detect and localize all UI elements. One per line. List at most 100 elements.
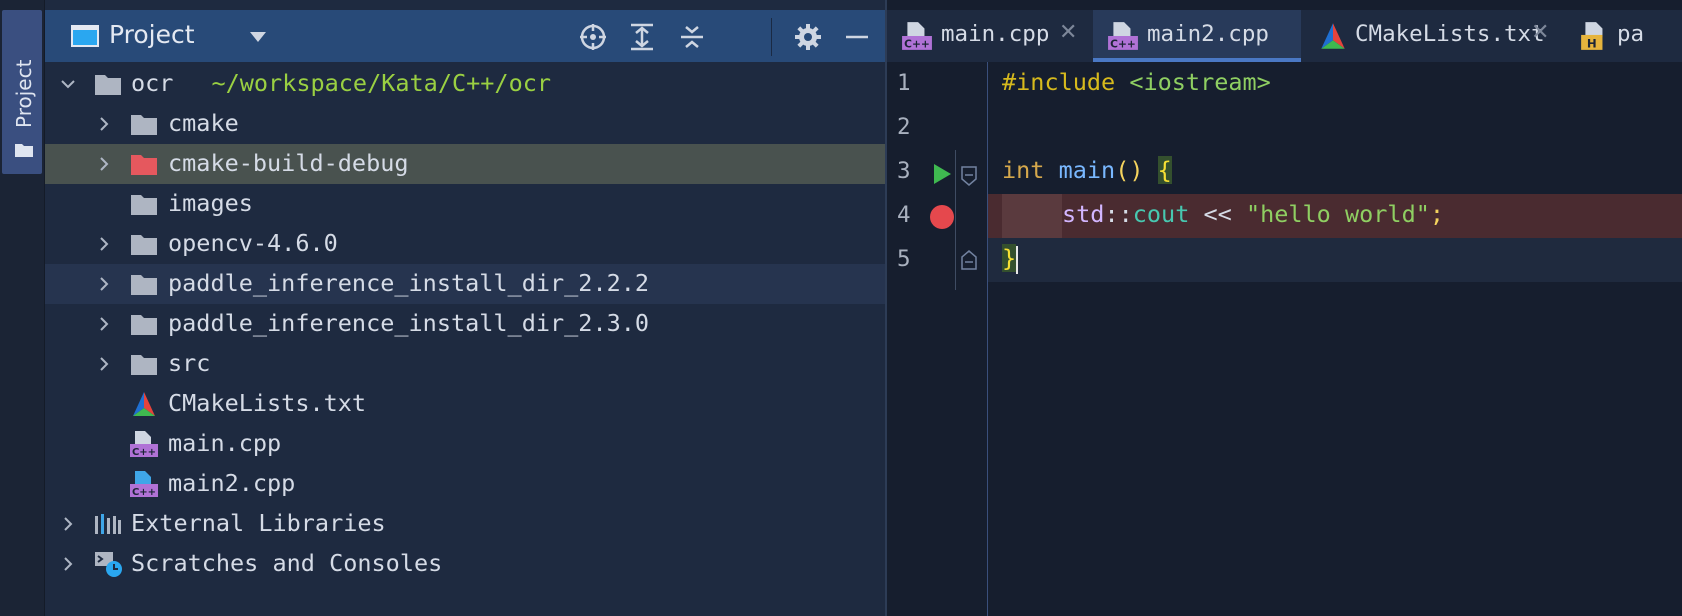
folder-icon: [15, 144, 33, 157]
library-icon: [95, 514, 121, 534]
parens: (): [1115, 156, 1144, 184]
locate-icon[interactable]: [578, 22, 608, 52]
line-number: 2: [897, 114, 911, 140]
collapse-all-icon[interactable]: [677, 22, 707, 52]
tree-row-src[interactable]: src: [45, 344, 885, 384]
semicolon: ;: [1429, 200, 1445, 228]
tab-label: main.cpp: [941, 21, 1050, 47]
close-icon[interactable]: ✕: [1531, 20, 1549, 45]
tree-item-label: src: [168, 349, 211, 377]
tree-item-label: Scratches and Consoles: [131, 549, 443, 577]
chevron-right-icon[interactable]: [95, 315, 113, 333]
type-keyword: int: [1002, 156, 1045, 184]
line-number: 1: [897, 70, 911, 96]
tree-item-label: main2.cpp: [168, 469, 296, 497]
tree-row-scratches[interactable]: Scratches and Consoles: [45, 544, 885, 584]
run-icon[interactable]: [931, 162, 953, 186]
tree-item-label: opencv-4.6.0: [168, 229, 338, 257]
folder-icon: [131, 355, 157, 375]
tree-item-label: cmake-build-debug: [168, 149, 409, 177]
svg-text:C++: C++: [132, 487, 156, 498]
cpp-file-icon: C++: [1108, 22, 1138, 51]
scope-operator: ::: [1104, 200, 1133, 228]
project-view-icon: [71, 25, 99, 47]
minimize-icon[interactable]: [842, 22, 872, 52]
folder-icon: [131, 195, 157, 215]
tree-item-label: paddle_inference_install_dir_2.2.2: [168, 269, 650, 297]
header-file-icon: H: [1581, 22, 1603, 51]
svg-text:H: H: [1587, 37, 1597, 51]
tab-label: CMakeLists.txt: [1355, 21, 1545, 47]
tree-item-label: paddle_inference_install_dir_2.3.0: [168, 309, 650, 337]
stream-operator: <<: [1189, 200, 1246, 228]
chevron-right-icon[interactable]: [95, 155, 113, 173]
close-icon[interactable]: ✕: [1059, 20, 1077, 45]
code-line-4: std::cout << "hello world";: [988, 194, 1682, 238]
tree-row-cmake-build-debug[interactable]: cmake-build-debug: [45, 144, 885, 184]
line-number: 5: [897, 246, 911, 272]
identifier: cout: [1132, 200, 1190, 228]
scratches-icon: [95, 552, 122, 577]
namespace: std: [1062, 200, 1105, 228]
line-number: 3: [897, 158, 911, 184]
tree-row-external-libraries[interactable]: External Libraries: [45, 504, 885, 544]
tree-row-root[interactable]: ocr ~/workspace/Kata/C++/ocr: [45, 64, 885, 104]
fold-start-icon[interactable]: [961, 166, 977, 186]
close-brace: }: [1002, 244, 1017, 272]
tree-row-main-cpp[interactable]: C++ main.cpp: [45, 424, 885, 464]
chevron-right-icon[interactable]: [95, 235, 113, 253]
cmake-icon: [133, 392, 155, 416]
tree-row-cmake[interactable]: cmake: [45, 104, 885, 144]
folder-icon: [131, 275, 157, 295]
fold-guide: [955, 150, 956, 290]
tab-partial[interactable]: H pa: [1565, 10, 1682, 62]
tree-row-main2-cpp[interactable]: C++ main2.cpp: [45, 464, 885, 504]
cpp-file-icon: C++: [902, 22, 932, 51]
tree-row-images[interactable]: images: [45, 184, 885, 224]
gear-icon[interactable]: [793, 22, 823, 52]
root-folder-name: ocr: [131, 69, 174, 97]
project-tool-label: Project: [12, 59, 36, 128]
view-selector-dropdown[interactable]: [250, 32, 266, 42]
chevron-down-icon[interactable]: [59, 75, 77, 93]
project-panel-header: Project: [45, 10, 885, 62]
expand-all-icon[interactable]: [627, 22, 657, 52]
breakpoint-icon[interactable]: [929, 204, 955, 230]
folder-icon: [95, 75, 121, 95]
svg-text:C++: C++: [904, 38, 930, 51]
code-line-1: #include <iostream>: [988, 62, 1682, 106]
tree-row-opencv[interactable]: opencv-4.6.0: [45, 224, 885, 264]
tab-main2-cpp[interactable]: C++ main2.cpp: [1093, 10, 1301, 62]
tab-cmakelists[interactable]: CMakeLists.txt ✕: [1307, 10, 1559, 62]
chevron-right-icon[interactable]: [95, 275, 113, 293]
code-area[interactable]: #include <iostream> int main() { std::co…: [988, 62, 1682, 616]
project-tool-button[interactable]: Project: [2, 10, 42, 174]
excluded-folder-icon: [131, 155, 157, 175]
tab-main-cpp[interactable]: C++ main.cpp ✕: [887, 10, 1087, 62]
tree-row-cmakelists[interactable]: CMakeLists.txt: [45, 384, 885, 424]
include-header: <iostream>: [1115, 68, 1271, 96]
tab-label: main2.cpp: [1147, 21, 1269, 47]
function-name: main: [1044, 156, 1116, 184]
tree-item-label: cmake: [168, 109, 239, 137]
tree-row-paddle-2-3-0[interactable]: paddle_inference_install_dir_2.3.0: [45, 304, 885, 344]
tree-item-label: main.cpp: [168, 429, 282, 457]
tool-window-stripe: Project: [0, 0, 45, 616]
tree-item-label: images: [168, 189, 253, 217]
chevron-right-icon[interactable]: [59, 515, 77, 533]
chevron-right-icon[interactable]: [95, 115, 113, 133]
svg-text:C++: C++: [132, 447, 156, 458]
cpp-file-icon: C++: [130, 431, 158, 458]
tree-row-paddle-2-2-2[interactable]: paddle_inference_install_dir_2.2.2: [45, 264, 885, 304]
chevron-right-icon[interactable]: [95, 355, 113, 373]
editor-tab-bar: C++ main.cpp ✕ C++ main2.cpp CMakeLists.…: [887, 10, 1682, 62]
chevron-right-icon[interactable]: [59, 555, 77, 573]
tree-item-label: External Libraries: [131, 509, 386, 537]
fold-end-icon[interactable]: [961, 250, 977, 270]
cmake-icon: [1321, 23, 1345, 49]
project-panel-title: Project: [109, 20, 195, 49]
folder-icon: [131, 315, 157, 335]
string-literal: "hello world": [1245, 200, 1430, 228]
editor: C++ main.cpp ✕ C++ main2.cpp CMakeLists.…: [887, 0, 1682, 616]
